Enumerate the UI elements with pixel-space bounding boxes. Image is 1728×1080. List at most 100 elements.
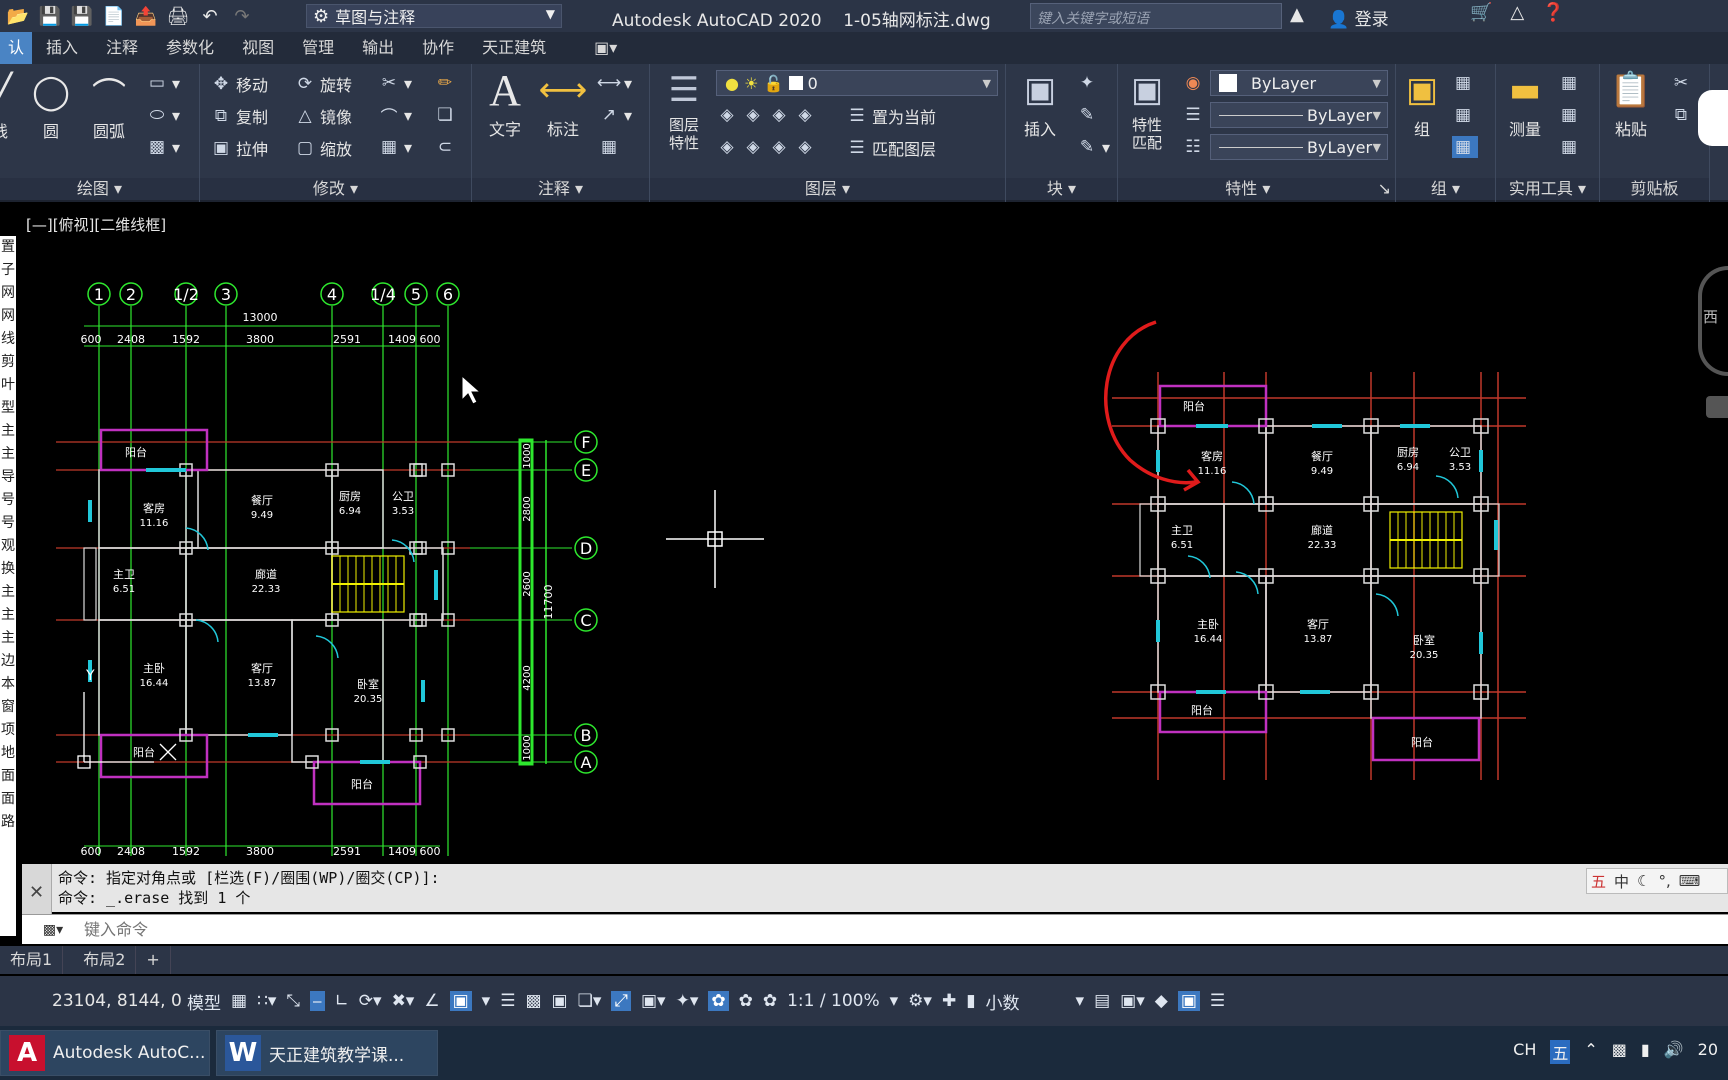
color-wheel-icon[interactable]: ◉ bbox=[1182, 72, 1208, 94]
unnamed-ucs-badge[interactable] bbox=[1706, 396, 1728, 418]
units-icon[interactable]: ▮ bbox=[966, 991, 975, 1011]
group-edit-icon[interactable]: ▦ bbox=[1452, 104, 1478, 126]
3d-osnap-icon[interactable]: ❏▾ bbox=[578, 991, 602, 1011]
viewport-controls[interactable]: [—][俯视][二维线框] bbox=[26, 214, 166, 235]
clean-screen-icon[interactable]: ☰ bbox=[1210, 991, 1225, 1011]
polar-icon[interactable]: ⟳▾ bbox=[359, 991, 382, 1011]
move-button[interactable]: ✥ 移动 bbox=[210, 72, 268, 96]
binoculars-icon[interactable]: ▲ bbox=[1290, 4, 1304, 25]
palette-item[interactable]: 换 bbox=[0, 558, 16, 581]
ime-chinese-toggle[interactable]: 中 bbox=[1614, 871, 1629, 892]
edit-block-icon[interactable]: ✎ bbox=[1076, 104, 1102, 126]
hardware-accel-icon[interactable]: ▣ bbox=[1177, 991, 1200, 1011]
layer-tools-row2[interactable]: ◈ ◈ ◈ ◈ bbox=[716, 136, 820, 158]
isolate-objects-icon[interactable]: ◆ bbox=[1155, 991, 1168, 1011]
command-line[interactable]: ▩▾ bbox=[22, 914, 1728, 944]
palette-item[interactable]: 观 bbox=[0, 535, 16, 558]
annotation-monitor-icon[interactable]: ✚ bbox=[942, 991, 956, 1011]
layer-properties-button[interactable]: ☰ 图层 特性 bbox=[656, 68, 712, 152]
dynamic-ucs-icon[interactable]: ⤢ bbox=[611, 991, 631, 1011]
units-dropdown-icon[interactable]: ▾ bbox=[1076, 991, 1085, 1011]
ungroup-icon[interactable]: ▦ bbox=[1452, 72, 1478, 94]
selection-filter-icon[interactable]: ▣▾ bbox=[641, 991, 666, 1011]
palette-item[interactable]: 本 bbox=[0, 673, 16, 696]
scale-button[interactable]: ▢ 缩放 bbox=[294, 136, 352, 160]
linetype-dropdown[interactable]: ByLayer ▼ bbox=[1210, 102, 1388, 128]
palette-item[interactable]: 主 bbox=[0, 420, 16, 443]
clipboard-panel-title[interactable]: 剪贴板 bbox=[1600, 178, 1709, 200]
tray-device-icon[interactable]: ▩ bbox=[1612, 1040, 1627, 1064]
draw-panel-title[interactable]: 绘图 ▾ bbox=[0, 178, 199, 200]
cut-icon[interactable]: ✂ bbox=[1670, 72, 1696, 94]
tray-clock[interactable]: 20 bbox=[1698, 1040, 1718, 1064]
arc-button[interactable]: ⌒ 圆弧 bbox=[84, 70, 134, 142]
palette-item[interactable]: 窗 bbox=[0, 696, 16, 719]
palette-item[interactable]: 子 bbox=[0, 259, 16, 282]
units-value[interactable]: 小数 bbox=[986, 989, 1066, 1014]
palette-item[interactable]: 叶 bbox=[0, 374, 16, 397]
color-dropdown[interactable]: ByLayer ▼ bbox=[1210, 70, 1388, 96]
close-icon[interactable]: ✕ bbox=[22, 882, 51, 903]
circle-button[interactable]: ◯ 圆 bbox=[26, 70, 76, 142]
open-icon[interactable]: 📂 bbox=[4, 4, 32, 28]
palette-item[interactable]: 边 bbox=[0, 650, 16, 673]
modify-panel-title[interactable]: 修改 ▾ bbox=[200, 178, 471, 200]
palette-item[interactable]: 置 bbox=[0, 236, 16, 259]
print-icon[interactable]: 🖨 bbox=[164, 4, 192, 28]
osnap-tracking-icon[interactable]: ∠ bbox=[424, 991, 439, 1011]
properties-panel-title[interactable]: 特性 ▾ ↘ bbox=[1118, 178, 1395, 200]
gizmo-icon[interactable]: ✦▾ bbox=[676, 991, 699, 1011]
tray-expand-icon[interactable]: ⌃ bbox=[1584, 1040, 1597, 1064]
annotation-panel-title[interactable]: 注释 ▾ bbox=[472, 178, 649, 200]
palette-item[interactable]: 网 bbox=[0, 282, 16, 305]
redo-icon[interactable]: ↷ bbox=[228, 4, 256, 28]
save-icon[interactable]: 💾 bbox=[36, 4, 64, 28]
tab-annotate[interactable]: 注释 bbox=[92, 32, 152, 64]
ime-moon-icon[interactable]: ☾ bbox=[1637, 872, 1650, 890]
model-space-button[interactable]: 模型 bbox=[187, 989, 221, 1014]
trim-icon[interactable]: ✂ ▾ bbox=[378, 72, 412, 94]
search-input[interactable]: 键入关键字或短语 bbox=[1030, 3, 1282, 29]
volume-icon[interactable]: 🔊 bbox=[1664, 1040, 1684, 1064]
groups-panel-title[interactable]: 组 ▾ bbox=[1396, 178, 1495, 200]
linetype-icon[interactable]: ☰ bbox=[1182, 104, 1208, 126]
set-current-button[interactable]: ☰ 置为当前 bbox=[846, 104, 936, 128]
linear-dim-icon[interactable]: ⟷ ▾ bbox=[597, 72, 632, 94]
palette-item[interactable]: 主 bbox=[0, 604, 16, 627]
lineweight-icon[interactable]: ☷ bbox=[1182, 136, 1208, 158]
add-layout-button[interactable]: + bbox=[136, 946, 171, 974]
workspace-dropdown[interactable]: ⚙ 草图与注释 ▼ bbox=[306, 4, 562, 28]
grid-icon[interactable]: ▦ bbox=[231, 991, 247, 1011]
paste-button[interactable]: 📋 粘贴 bbox=[1604, 68, 1658, 140]
create-block-icon[interactable]: ✦ bbox=[1076, 72, 1102, 94]
measure-button[interactable]: ▬ 测量 bbox=[1498, 68, 1552, 140]
layer-tools-row1[interactable]: ◈ ◈ ◈ ◈ bbox=[716, 104, 820, 126]
table-icon[interactable]: ▦ bbox=[598, 136, 624, 158]
rectangle-icon[interactable]: ▭ ▾ bbox=[146, 72, 180, 94]
palette-item[interactable]: 号 bbox=[0, 489, 16, 512]
palette-item[interactable]: 项 bbox=[0, 719, 16, 742]
palette-item[interactable]: 地 bbox=[0, 742, 16, 765]
tray-language[interactable]: CH bbox=[1513, 1040, 1536, 1064]
drawing-canvas[interactable]: 1 2 1/2 3 4 1/4 5 6 13000 600 2408 1592 3800 2591 1409… bbox=[22, 206, 1728, 860]
erase-icon[interactable]: ✏ bbox=[434, 72, 460, 94]
tab-layout2[interactable]: 布局2 bbox=[73, 946, 137, 974]
taskbar-autocad[interactable]: A Autodesk AutoC... bbox=[0, 1030, 210, 1076]
rotate-button[interactable]: ⟳ 旋转 bbox=[294, 72, 352, 96]
ribbon-toggle-icon[interactable]: ▣▾ bbox=[580, 32, 631, 64]
palette-item[interactable]: 面 bbox=[0, 765, 16, 788]
tab-insert[interactable]: 插入 bbox=[32, 32, 92, 64]
snap-icon[interactable]: ∷▾ bbox=[257, 991, 276, 1011]
workspace-gear-icon[interactable]: ⚙▾ bbox=[908, 991, 932, 1011]
network-icon[interactable]: ▮ bbox=[1641, 1040, 1650, 1064]
lineweight-dropdown[interactable]: ByLayer ▼ bbox=[1210, 134, 1388, 160]
annotation-scale-icon[interactable]: ✿ bbox=[763, 991, 777, 1011]
coordinates-readout[interactable]: 23104, 8144, 0 bbox=[52, 991, 182, 1011]
palette-item[interactable]: 型 bbox=[0, 397, 16, 420]
tab-manage[interactable]: 管理 bbox=[288, 32, 348, 64]
palette-item[interactable]: 主 bbox=[0, 627, 16, 650]
group-select-icon[interactable]: ▦ bbox=[1452, 136, 1478, 158]
save-as-icon[interactable]: 💾 bbox=[68, 4, 96, 28]
copy-button[interactable]: ⧉ 复制 bbox=[210, 104, 268, 128]
line-button[interactable]: ╱ 线 bbox=[0, 70, 20, 142]
